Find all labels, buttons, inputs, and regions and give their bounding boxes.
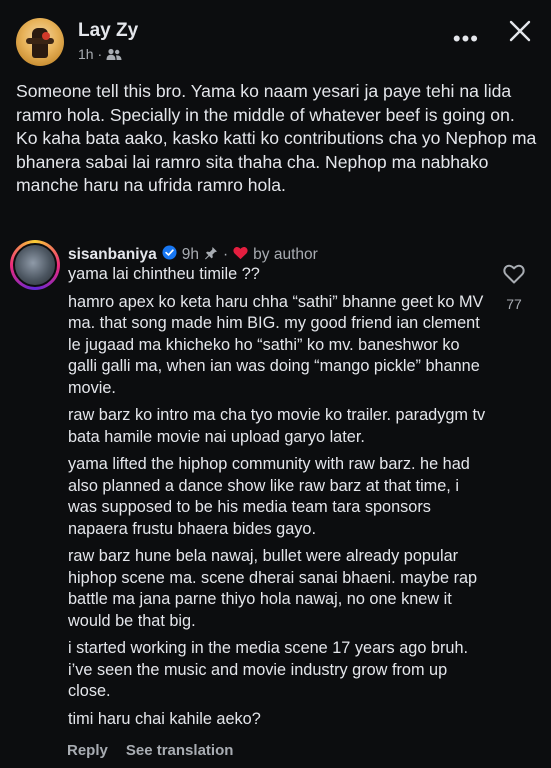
post-paragraph: Someone tell this bro. Yama ko naam yesa… bbox=[16, 81, 515, 125]
comment-time: 9h bbox=[181, 246, 199, 263]
separator: · bbox=[223, 246, 229, 263]
comment-paragraph: raw barz hune bela nawaj, bullet were al… bbox=[68, 547, 478, 630]
post-meta: 1h · bbox=[78, 46, 122, 62]
post-body: Someone tell this bro. Yama ko naam yesa… bbox=[16, 80, 541, 198]
avatar-accent bbox=[42, 32, 50, 40]
post-header: Lay Zy 1h · ••• bbox=[16, 14, 537, 68]
author-heart-icon bbox=[233, 246, 248, 265]
comment-paragraph: yama lai chintheu timile ?? bbox=[68, 265, 260, 283]
verified-icon bbox=[162, 245, 177, 265]
like-count: 77 bbox=[506, 296, 522, 312]
post-paragraph: Ko kaha bata aako, kasko katti ko contri… bbox=[16, 128, 537, 195]
commenter-username[interactable]: sisanbaniya bbox=[68, 246, 157, 264]
author-avatar[interactable] bbox=[16, 18, 64, 66]
comment-actions: Reply See translation bbox=[67, 742, 233, 759]
commenter-avatar[interactable] bbox=[10, 240, 60, 290]
close-icon[interactable] bbox=[507, 18, 533, 44]
comment-body: yama lai chintheu timile ?? hamro apex k… bbox=[68, 264, 488, 736]
comment-paragraph: yama lifted the hiphop community with ra… bbox=[68, 455, 470, 538]
comment-paragraph: raw barz ko intro ma cha tyo movie ko tr… bbox=[68, 406, 486, 446]
comment-header: sisanbaniya 9h · by author bbox=[68, 245, 318, 265]
heart-icon[interactable] bbox=[502, 262, 526, 286]
post-time: 1h · bbox=[78, 46, 103, 62]
liked-by-author-label: by author bbox=[253, 246, 318, 263]
see-translation-button[interactable]: See translation bbox=[126, 742, 234, 759]
friends-icon[interactable] bbox=[106, 48, 122, 61]
comment-paragraph: timi haru chai kahile aeko? bbox=[68, 709, 261, 728]
more-options-button[interactable]: ••• bbox=[453, 26, 479, 52]
comment-paragraph: hamro apex ko keta haru chha “sathi” bha… bbox=[68, 292, 484, 397]
pin-icon bbox=[204, 246, 218, 265]
reply-button[interactable]: Reply bbox=[67, 742, 108, 759]
author-name[interactable]: Lay Zy bbox=[78, 20, 138, 42]
commenter-avatar-image bbox=[13, 243, 57, 287]
comment-paragraph: i started working in the media scene 17 … bbox=[68, 639, 469, 700]
